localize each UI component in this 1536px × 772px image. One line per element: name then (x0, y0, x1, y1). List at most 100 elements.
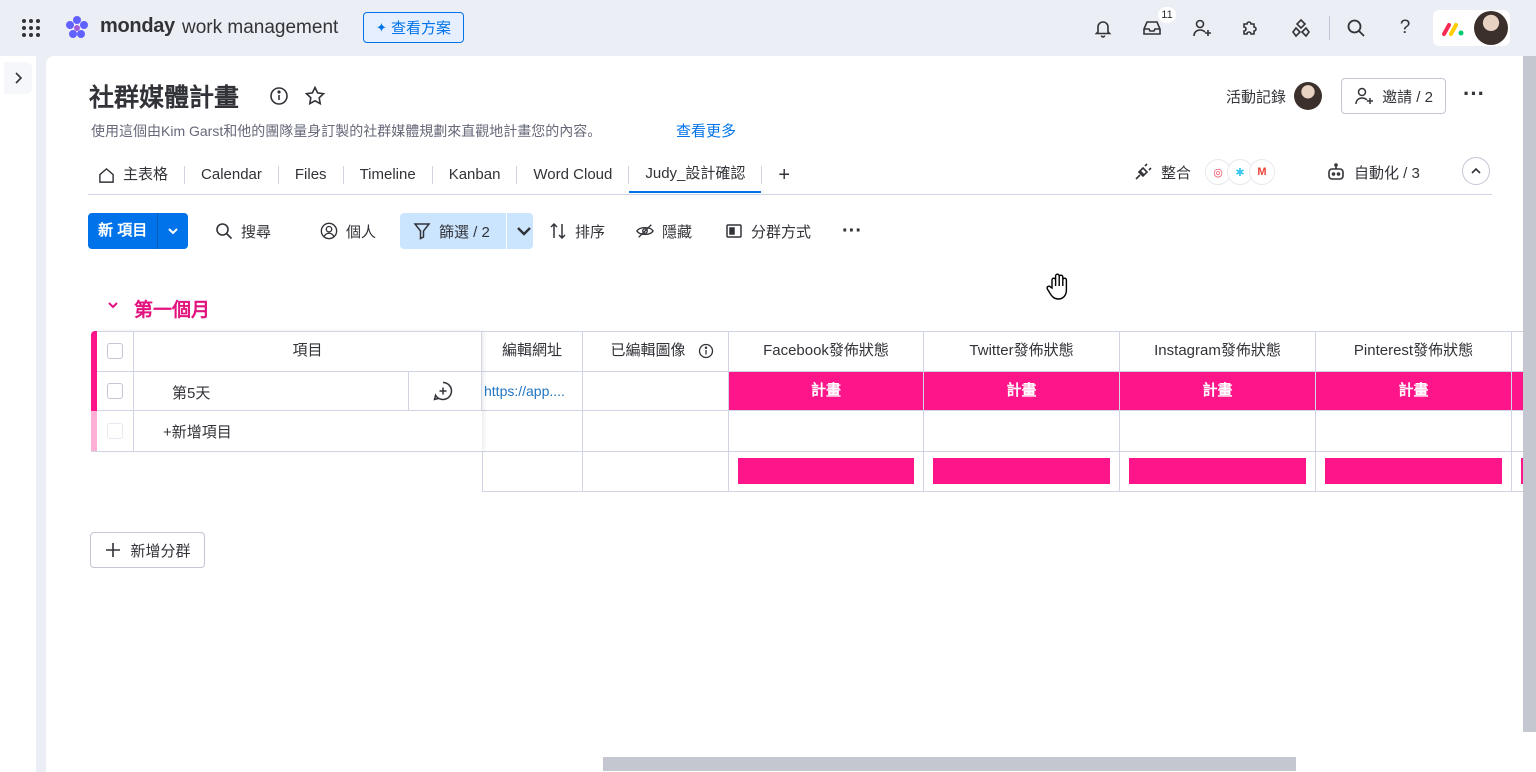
hide-label: 隱藏 (662, 223, 693, 241)
toolbar-more-icon[interactable]: ··· (842, 213, 862, 249)
see-plans-button[interactable]: ✦ 查看方案 (363, 12, 464, 43)
puzzle-icon[interactable] (1236, 14, 1264, 42)
tab-files[interactable]: Files (279, 158, 343, 192)
star-icon[interactable] (304, 85, 326, 107)
search-icon[interactable] (1342, 14, 1370, 42)
person-icon (320, 222, 338, 240)
twitter-summary-bar[interactable] (933, 458, 1110, 484)
integrate-label: 整合 (1161, 164, 1192, 182)
add-item-input[interactable]: +新增項目 (163, 421, 232, 442)
integrate-button[interactable]: 整合 ◎ ✱ M (1133, 159, 1276, 185)
grid-line (481, 331, 482, 411)
invite-button[interactable]: 邀請 / 2 (1341, 78, 1446, 114)
chevron-down-icon[interactable] (515, 222, 533, 240)
invite-user-icon[interactable] (1188, 14, 1216, 42)
grid-line (482, 451, 483, 491)
horizontal-scrollbar[interactable] (603, 757, 1296, 771)
vertical-scrollbar[interactable] (1523, 56, 1536, 732)
facebook-status-cell[interactable]: 計畫 (729, 372, 923, 410)
tab-judy-design-review[interactable]: Judy_設計確認 (629, 157, 762, 193)
item-name[interactable]: 第5天 (172, 382, 210, 403)
grid-line (1511, 331, 1512, 491)
column-header-twitter-status[interactable]: Twitter發佈狀態 (924, 331, 1119, 371)
topbar-divider (1329, 16, 1330, 40)
invite-label: 邀請 / 2 (1382, 88, 1433, 106)
tab-word-cloud[interactable]: Word Cloud (517, 158, 628, 192)
next-summary-bar[interactable] (1521, 458, 1523, 484)
instagram-summary-bar[interactable] (1129, 458, 1306, 484)
group-by-button[interactable]: 分群方式 (725, 213, 811, 249)
tab-main-table[interactable]: 主表格 (88, 158, 184, 192)
sidebar-expand-button[interactable] (4, 62, 32, 94)
board-more-icon[interactable]: ··· (1462, 82, 1486, 110)
new-item-dropdown[interactable] (158, 213, 188, 249)
tab-timeline[interactable]: Timeline (344, 158, 432, 192)
tabs-underline (88, 194, 1492, 195)
select-all-checkbox[interactable] (107, 343, 123, 359)
column-info-icon[interactable] (698, 343, 714, 359)
facebook-summary-bar[interactable] (738, 458, 914, 484)
help-icon[interactable]: ? (1391, 14, 1419, 42)
add-group-button[interactable]: 新增分群 (90, 532, 205, 568)
board-title[interactable]: 社群媒體計畫 (89, 78, 239, 114)
hide-button[interactable]: 隱藏 (636, 213, 692, 249)
activity-log-button[interactable]: 活動記錄 (1226, 86, 1286, 107)
sort-icon (550, 222, 566, 240)
add-row-checkbox (107, 423, 123, 439)
instagram-status-cell[interactable]: 計畫 (1120, 372, 1315, 410)
add-update-icon[interactable] (432, 380, 454, 402)
inbox-count-badge: 11 (1158, 7, 1176, 23)
sort-label: 排序 (575, 223, 606, 241)
edit-url-link[interactable]: https://app.... (484, 383, 576, 399)
info-icon[interactable] (268, 85, 290, 107)
robot-icon (1328, 163, 1344, 180)
column-header-instagram-status[interactable]: Instagram發佈狀態 (1120, 331, 1315, 371)
monday-logo-icon[interactable] (62, 13, 92, 43)
new-item-button[interactable]: 新 項目 (88, 213, 188, 249)
row-checkbox[interactable] (107, 383, 123, 399)
user-avatar[interactable] (1474, 11, 1508, 45)
column-header-edited-image[interactable]: 已編輯圖像 (583, 331, 713, 371)
view-tabs: 主表格 Calendar Files Timeline Kanban Word … (88, 155, 806, 195)
filter-icon (413, 223, 431, 240)
search-button[interactable]: 搜尋 (215, 213, 271, 249)
add-view-button[interactable]: + (762, 158, 806, 192)
grid-line (97, 371, 482, 372)
home-icon (99, 167, 114, 183)
automate-button[interactable]: 自動化 / 3 (1326, 160, 1420, 184)
column-header-edit-url[interactable]: 編輯網址 (482, 331, 582, 371)
person-filter-button[interactable]: 個人 (320, 213, 376, 249)
pinterest-summary-bar[interactable] (1325, 458, 1502, 484)
filter-label: 篩選 / 2 (439, 223, 490, 241)
search-icon (216, 223, 233, 240)
apps-marketplace-icon[interactable] (1287, 14, 1315, 42)
next-status-cell[interactable] (1512, 372, 1523, 410)
bell-icon[interactable] (1089, 14, 1117, 42)
chevron-down-icon (168, 228, 178, 235)
chevron-right-icon (15, 72, 23, 84)
group-collapse-icon[interactable] (106, 298, 120, 317)
pinterest-status-cell[interactable]: 計畫 (1316, 372, 1511, 410)
twitter-status-cell[interactable]: 計畫 (924, 372, 1119, 410)
account-menu[interactable] (1433, 10, 1510, 46)
tab-calendar[interactable]: Calendar (185, 158, 278, 192)
grid-line (91, 451, 482, 452)
sort-button[interactable]: 排序 (549, 213, 605, 249)
add-row-color-bar (91, 411, 97, 451)
see-more-link[interactable]: 查看更多 (676, 120, 736, 141)
see-plans-label: 查看方案 (390, 20, 451, 37)
edited-image-cell[interactable] (583, 372, 728, 410)
sparkle-icon: ✦ (376, 19, 387, 35)
column-header-facebook-status[interactable]: Facebook發佈狀態 (729, 331, 923, 371)
tab-kanban[interactable]: Kanban (433, 158, 517, 192)
column-header-item[interactable]: 項目 (134, 331, 481, 371)
apps-grid-icon[interactable] (17, 14, 45, 42)
filter-button[interactable]: 篩選 / 2 (400, 213, 533, 249)
collapse-header-button[interactable] (1462, 157, 1490, 185)
column-header-pinterest-status[interactable]: Pinterest發佈狀態 (1316, 331, 1511, 371)
activity-avatar[interactable] (1294, 82, 1322, 110)
grid-line (97, 410, 482, 411)
eye-hide-icon (636, 224, 654, 238)
new-item-label: 新 項目 (88, 213, 159, 249)
group-title[interactable]: 第一個月 (134, 295, 210, 322)
